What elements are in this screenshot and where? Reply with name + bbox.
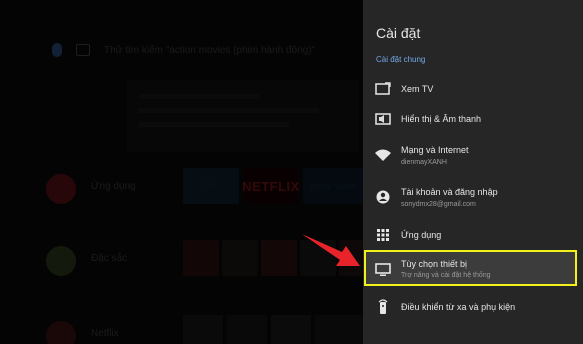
keyboard-icon <box>76 44 90 56</box>
menu-item-device-preferences[interactable]: Tùy chọn thiết bị Trợ năng và cài đặt hệ… <box>363 252 583 286</box>
menu-item-display-sound[interactable]: Hiển thị & Âm thanh <box>363 102 583 136</box>
row-label: Netflix <box>91 328 119 339</box>
featured-row-icon <box>46 246 76 276</box>
row-label: Đặc sắc <box>91 253 128 264</box>
home-screen-background: Thử tìm kiếm "action movies (phim hành đ… <box>0 0 363 344</box>
poster-tile <box>222 240 258 276</box>
red-arrow-annotation <box>302 234 360 266</box>
apps-row: Ứng dụng TV NETFLIX prime video <box>46 168 363 208</box>
poster-tile <box>315 315 363 344</box>
settings-title: Cài đặt <box>376 25 421 41</box>
search-bar: Thử tìm kiếm "action movies (phim hành đ… <box>52 38 352 62</box>
menu-item-label: Ứng dụng <box>401 230 442 240</box>
settings-panel: Cài đặt Cài đặt chung Xem TV Hiển thị & … <box>363 0 583 344</box>
poster-tile <box>183 315 223 344</box>
general-settings-header: Cài đặt chung <box>376 55 426 64</box>
menu-item-account[interactable]: Tài khoản và đăng nhập sonydmx28@gmail.c… <box>363 180 583 214</box>
menu-item-network[interactable]: Mạng và Internet dienmayXANH <box>363 138 583 172</box>
menu-item-apps[interactable]: Ứng dụng <box>363 218 583 252</box>
menu-item-label: Xem TV <box>401 84 434 94</box>
menu-item-label: Tùy chọn thiết bị <box>401 259 468 269</box>
device-preferences-icon <box>374 261 392 279</box>
poster-tile <box>271 315 311 344</box>
hero-banner <box>127 80 359 152</box>
netflix-tile: NETFLIX <box>242 168 299 204</box>
account-icon <box>374 188 392 206</box>
account-email: sonydmx28@gmail.com <box>401 201 476 208</box>
menu-item-remote-accessories[interactable]: Điều khiển từ xa và phụ kiện <box>363 290 583 324</box>
apps-grid-icon <box>374 226 392 244</box>
remote-icon <box>374 298 392 316</box>
search-placeholder: Thử tìm kiếm "action movies (phim hành đ… <box>104 44 316 56</box>
apps-row-icon <box>46 174 76 204</box>
tv-tile: TV <box>183 168 239 204</box>
prime-video-tile: prime video <box>303 168 363 204</box>
netflix-row-icon <box>46 321 76 344</box>
tv-input-icon <box>374 80 392 98</box>
microphone-icon <box>52 43 62 57</box>
picture-sound-icon <box>374 110 392 128</box>
row-label: Ứng dụng <box>91 181 136 192</box>
device-preferences-subtitle: Trợ năng và cài đặt hệ thống <box>401 272 491 279</box>
menu-item-label: Mạng và Internet <box>401 145 469 155</box>
netflix-row: Netflix <box>46 315 363 344</box>
poster-tile <box>261 240 297 276</box>
menu-item-label: Tài khoản và đăng nhập <box>401 187 498 197</box>
wifi-icon <box>374 146 392 164</box>
poster-tile <box>183 240 219 276</box>
menu-item-watch-tv[interactable]: Xem TV <box>363 72 583 106</box>
poster-tile <box>227 315 267 344</box>
menu-item-label: Điều khiển từ xa và phụ kiện <box>401 302 516 312</box>
network-name: dienmayXANH <box>401 159 447 166</box>
menu-item-label: Hiển thị & Âm thanh <box>401 114 482 124</box>
